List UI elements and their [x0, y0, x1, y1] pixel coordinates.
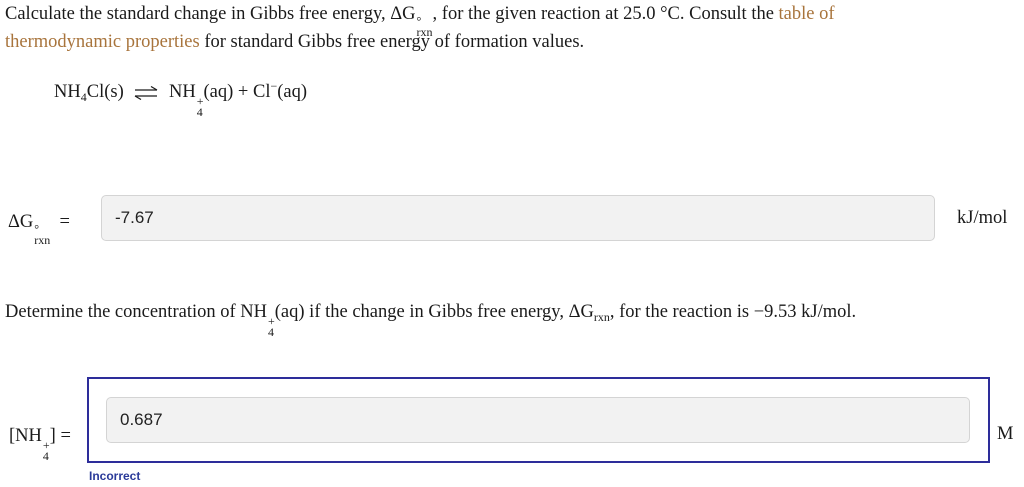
delta-g-label: ΔG ° rxn = [8, 212, 70, 247]
delta-g-unit: kJ/mol [957, 208, 1008, 228]
thermo-table-link-cont[interactable]: thermodynamic properties [5, 32, 200, 52]
equilibrium-arrows-icon [135, 85, 158, 100]
feedback-incorrect: Incorrect [89, 469, 141, 483]
concentration-unit: M [997, 424, 1014, 444]
question-2: Determine the concentration of NH +4 (aq) … [5, 302, 857, 339]
question-1-line-2: thermodynamic properties for standard Gi… [5, 32, 585, 52]
delta-g-symbol: ΔG ° rxn [390, 4, 433, 39]
reaction-equation: NH4Cl(s) NH +4 (aq) + Cl−(aq) [54, 79, 308, 119]
delta-g-answer-input[interactable]: -7.67 [101, 195, 935, 241]
delta-g-symbol-2: ΔGrxn [568, 302, 610, 324]
nh4-concentration-label: [NH +4] = [9, 426, 71, 463]
thermo-table-link[interactable]: table of [779, 4, 835, 24]
concentration-answer-input[interactable]: 0.687 [106, 397, 970, 443]
